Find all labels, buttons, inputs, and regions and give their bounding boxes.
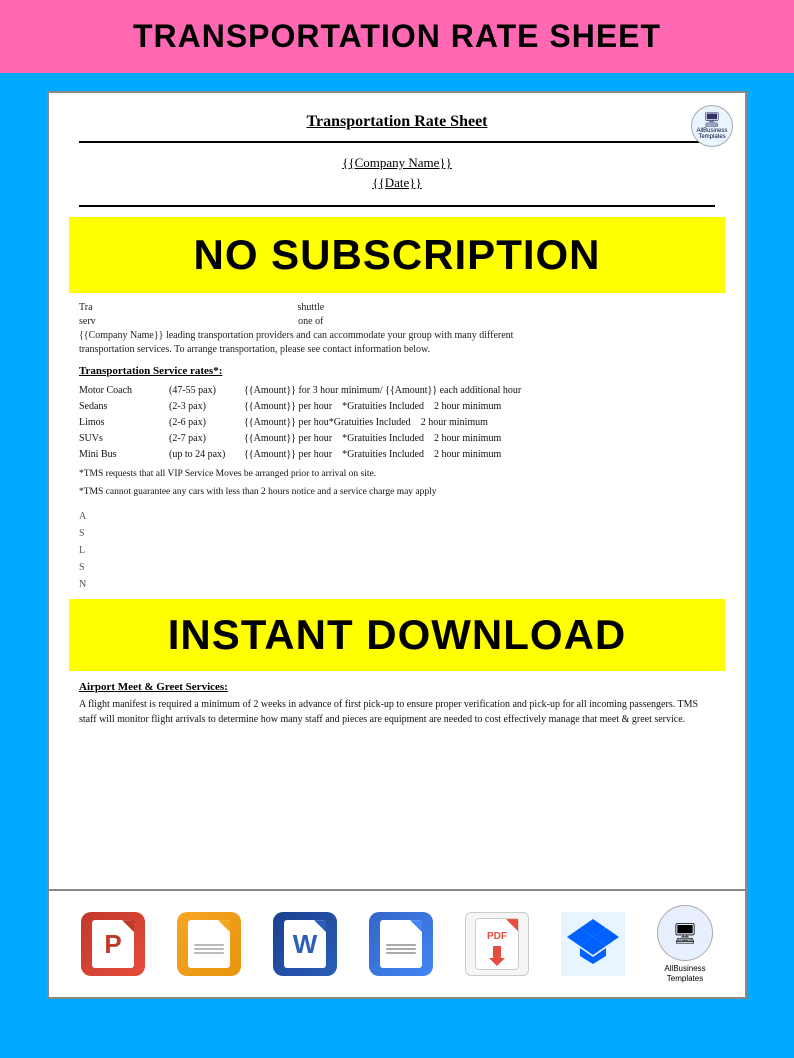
slides-doc	[188, 920, 230, 968]
rate-suvs: {{Amount}} per hour *Gratuities Included…	[244, 431, 715, 447]
rate-limos: {{Amount}} per hou*Gratuities Included 2…	[244, 415, 715, 431]
company-date-placeholder: {{Date}}	[79, 175, 715, 191]
pdf-corner	[506, 919, 518, 931]
google-docs-icon[interactable]	[369, 912, 433, 976]
rate-row-minibus: Mini Bus (up to 24 pax) {{Amount}} per h…	[79, 447, 715, 463]
company-name-placeholder: {{Company Name}}	[79, 155, 715, 171]
vehicle-limos: Limos	[79, 415, 169, 431]
instant-download-text: INSTANT DOWNLOAD	[168, 611, 627, 658]
rates-section: Transportation Service rates*: Motor Coa…	[79, 365, 715, 500]
bottom-icons-bar: P W	[47, 891, 747, 999]
allbiz-monitor: 🖥	[672, 921, 697, 946]
word-icon[interactable]: W	[273, 912, 337, 976]
gdocs-doc	[380, 920, 422, 968]
google-slides-icon[interactable]	[177, 912, 241, 976]
intro-text: Tra shuttle serv one of {{C	[79, 301, 715, 357]
pax-minibus: (up to 24 pax)	[169, 447, 244, 463]
allbusiness-bottom-logo: 🖥 AllBusinessTemplates	[657, 905, 713, 983]
pdf-doc: PDF	[475, 918, 519, 970]
airport-title: Airport Meet & Greet Services:	[79, 681, 715, 693]
page-title: TRANSPORTATION RATE SHEET	[10, 18, 784, 55]
word-doc: W	[284, 920, 326, 968]
doc-main-title: Transportation Rate Sheet	[79, 113, 715, 131]
pdf-label: PDF	[487, 931, 507, 942]
dropbox-svg	[567, 918, 619, 970]
no-subscription-banner: NO SUBSCRIPTION	[69, 217, 725, 293]
pax-limos: (2-6 pax)	[169, 415, 244, 431]
gdocs-lines	[386, 942, 416, 956]
ppt-doc: P	[92, 920, 134, 968]
hour-text: hour	[503, 385, 521, 396]
rate-minibus: {{Amount}} per hour *Gratuities Included…	[244, 447, 715, 463]
rate-motorcoach: {{Amount}} for 3 hour minimum/ {{Amount}…	[244, 383, 715, 399]
doc-title-section: Transportation Rate Sheet	[79, 113, 715, 143]
word-letter: W	[293, 929, 318, 960]
allbusiness-logo-top: 🖥 AllBusinessTemplates	[691, 105, 733, 147]
pax-sedans: (2-3 pax)	[169, 399, 244, 415]
allbiz-top-label: AllBusinessTemplates	[696, 128, 727, 141]
vehicle-minibus: Mini Bus	[79, 447, 169, 463]
rate-row-limos: Limos (2-6 pax) {{Amount}} per hou*Gratu…	[79, 415, 715, 431]
included-limos: Included	[376, 417, 411, 428]
rate-row-suvs: SUVs (2-7 pax) {{Amount}} per hour *Grat…	[79, 431, 715, 447]
pax-motorcoach: (47-55 pax)	[169, 383, 244, 399]
top-banner: TRANSPORTATION RATE SHEET	[0, 0, 794, 73]
rates-title: Transportation Service rates*:	[79, 365, 715, 377]
rate-row-motorcoach: Motor Coach (47-55 pax) {{Amount}} for 3…	[79, 383, 715, 399]
ppt-letter: P	[104, 929, 121, 960]
allbiz-bottom-label: AllBusinessTemplates	[664, 964, 705, 983]
airport-section: Airport Meet & Greet Services: A flight …	[79, 681, 715, 727]
monitor-icon: 🖥	[703, 111, 721, 128]
gdocs-corner	[410, 920, 422, 932]
no-subscription-text: NO SUBSCRIPTION	[193, 231, 600, 278]
dropbox-icon[interactable]	[561, 912, 625, 976]
included-sedans: Included	[389, 401, 424, 412]
included-suvs: Included	[389, 433, 424, 444]
instant-download-banner: INSTANT DOWNLOAD	[69, 599, 725, 671]
additional-section: A S L S N	[79, 508, 715, 593]
footnote-2: *TMS cannot guarantee any cars with less…	[79, 485, 715, 499]
ppt-corner	[122, 920, 134, 932]
slides-lines	[194, 942, 224, 956]
powerpoint-icon[interactable]: P	[81, 912, 145, 976]
slides-corner	[218, 920, 230, 932]
vehicle-motorcoach: Motor Coach	[79, 383, 169, 399]
pdf-arrow	[489, 946, 505, 966]
vehicle-sedans: Sedans	[79, 399, 169, 415]
rate-row-sedans: Sedans (2-3 pax) {{Amount}} per hour *Gr…	[79, 399, 715, 415]
pdf-icon[interactable]: PDF	[465, 912, 529, 976]
allbiz-circle: 🖥	[657, 905, 713, 961]
vehicle-suvs: SUVs	[79, 431, 169, 447]
footnote-1: *TMS requests that all VIP Service Moves…	[79, 467, 715, 481]
rate-sedans: {{Amount}} per hour *Gratuities Included…	[244, 399, 715, 415]
company-section: {{Company Name}} {{Date}}	[79, 155, 715, 207]
pax-suvs: (2-7 pax)	[169, 431, 244, 447]
main-area: 🖥 AllBusinessTemplates Transportation Ra…	[0, 73, 794, 1009]
airport-text: A flight manifest is required a minimum …	[79, 697, 715, 727]
document-container: 🖥 AllBusinessTemplates Transportation Ra…	[47, 91, 747, 891]
